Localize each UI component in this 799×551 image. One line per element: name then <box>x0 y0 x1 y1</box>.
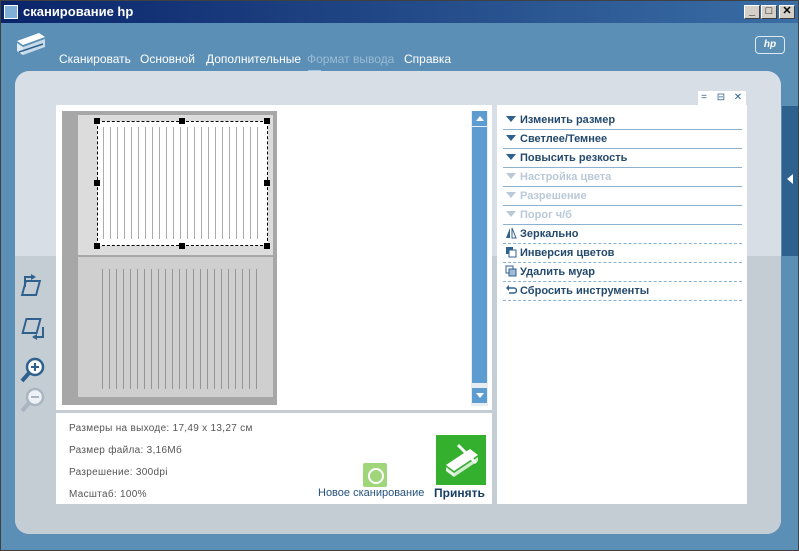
panel-controls: = ⊟ ✕ <box>698 91 746 105</box>
tool-bw-threshold[interactable]: Порог ч/б <box>503 206 742 225</box>
zoom-in-icon[interactable] <box>19 356 49 384</box>
maximize-button[interactable]: □ <box>761 5 777 19</box>
moire-icon <box>505 265 517 277</box>
tool-label: Настройка цвета <box>520 171 612 183</box>
tool-invert-colors[interactable]: Инверсия цветов <box>503 244 742 263</box>
scanned-page-bottom <box>78 257 273 397</box>
rotate-right-icon[interactable] <box>19 313 49 341</box>
scale-text: Масштаб: 100% <box>69 489 147 500</box>
new-scan-icon[interactable] <box>363 463 387 487</box>
accept-button[interactable]: Принять <box>434 486 485 500</box>
reset-icon <box>506 285 517 294</box>
selection-text-lines <box>103 127 263 239</box>
crop-handle[interactable] <box>264 243 270 249</box>
tool-label: Зеркально <box>520 228 579 240</box>
arrow-down-icon <box>476 393 484 398</box>
close-button[interactable]: ✕ <box>779 5 795 19</box>
page-text-lines <box>102 269 262 389</box>
scanner-logo-icon <box>17 33 45 55</box>
tool-label: Сбросить инструменты <box>520 285 650 297</box>
nav-output-format[interactable]: Формат вывода <box>307 52 394 66</box>
crop-handle[interactable] <box>264 118 270 124</box>
refresh-ring-icon <box>368 468 384 484</box>
mirror-icon <box>506 227 517 239</box>
window-title: сканирование hp <box>23 4 134 19</box>
expand-arrow-icon <box>506 135 516 141</box>
crop-handle[interactable] <box>179 118 185 124</box>
expand-arrow-icon <box>506 154 516 160</box>
crop-handle[interactable] <box>179 243 185 249</box>
tool-label: Удалить муар <box>520 266 596 278</box>
app-window: сканирование hp _ □ ✕ Сканировать Основн… <box>0 0 799 551</box>
title-bar: сканирование hp _ □ ✕ <box>1 1 798 23</box>
side-panel-toggle[interactable] <box>782 106 798 256</box>
tool-resize[interactable]: Изменить размер <box>503 111 742 130</box>
crop-handle[interactable] <box>94 243 100 249</box>
file-size-text: Размер файла: 3,16Мб <box>69 445 182 456</box>
tool-label: Изменить размер <box>520 114 616 126</box>
tool-sharpen[interactable]: Повысить резкость <box>503 149 742 168</box>
nav-scan[interactable]: Сканировать <box>59 52 131 66</box>
expand-arrow-icon <box>506 116 516 122</box>
panel-restore-icon[interactable]: ⊟ <box>716 93 726 103</box>
panel-close-icon[interactable]: ✕ <box>733 93 743 103</box>
crop-handle[interactable] <box>94 118 100 124</box>
tool-color-adjust[interactable]: Настройка цвета <box>503 168 742 187</box>
panel-minimize-icon[interactable]: = <box>699 93 709 103</box>
scanner-icon <box>446 443 478 477</box>
expand-arrow-icon <box>506 192 516 198</box>
expand-arrow-icon <box>506 211 516 217</box>
tool-lighter-darker[interactable]: Светлее/Темнее <box>503 130 742 149</box>
accept-scanner-icon[interactable] <box>436 435 486 485</box>
tool-label: Повысить резкость <box>520 152 628 164</box>
hp-logo: hp <box>755 36 785 54</box>
tool-label: Светлее/Темнее <box>520 133 608 145</box>
nav-basic[interactable]: Основной <box>140 52 195 66</box>
zoom-out-icon[interactable] <box>19 386 49 414</box>
tool-label: Инверсия цветов <box>520 247 615 259</box>
app-icon <box>4 5 18 19</box>
scrollbar-thumb[interactable] <box>472 127 487 383</box>
tool-remove-moire[interactable]: Удалить муар <box>503 263 742 282</box>
nav-help[interactable]: Справка <box>404 52 451 66</box>
output-size-text: Размеры на выходе: 17,49 x 13,27 см <box>69 423 253 434</box>
arrow-up-icon <box>476 116 484 121</box>
rotate-left-icon[interactable] <box>19 273 49 301</box>
scroll-down-button[interactable] <box>472 388 487 403</box>
tool-label: Порог ч/б <box>520 209 572 221</box>
tool-mirror[interactable]: Зеркально <box>503 225 742 244</box>
tool-label: Разрешение <box>520 190 587 202</box>
crop-handle[interactable] <box>264 180 270 186</box>
minimize-button[interactable]: _ <box>744 5 760 19</box>
expand-arrow-icon <box>506 173 516 179</box>
nav-advanced[interactable]: Дополнительные <box>206 52 301 66</box>
crop-handle[interactable] <box>94 180 100 186</box>
crop-selection[interactable] <box>97 121 268 246</box>
resolution-text: Разрешение: 300dpi <box>69 467 168 478</box>
new-scan-button[interactable]: Новое сканирование <box>318 487 424 499</box>
scroll-up-button[interactable] <box>472 111 487 126</box>
tool-resolution[interactable]: Разрешение <box>503 187 742 206</box>
collapse-arrow-icon <box>787 174 793 184</box>
invert-colors-icon <box>506 247 517 258</box>
tool-reset[interactable]: Сбросить инструменты <box>503 282 742 301</box>
